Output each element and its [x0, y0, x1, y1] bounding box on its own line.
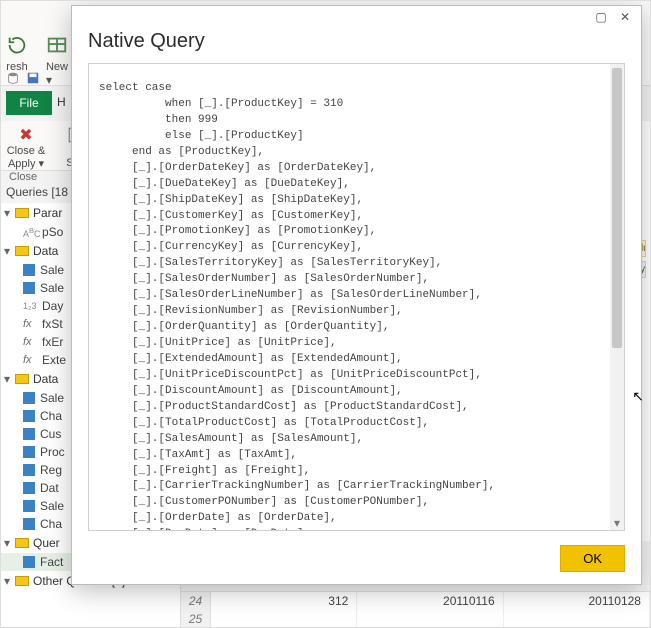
scroll-down-icon[interactable]: ▾ — [610, 516, 624, 530]
modal-overlay: ▢ ✕ Native Query select case when [_].[P… — [1, 1, 650, 627]
close-icon: ✕ — [620, 10, 630, 24]
maximize-icon: ▢ — [595, 10, 606, 24]
dialog-title: Native Query — [72, 28, 641, 63]
cursor-icon: ↖ — [632, 388, 644, 405]
sql-content: select case when [_].[ProductKey] = 310 … — [89, 75, 624, 531]
ok-button[interactable]: OK — [560, 545, 625, 572]
close-button[interactable]: ✕ — [613, 8, 637, 26]
maximize-button[interactable]: ▢ — [589, 8, 613, 26]
scroll-thumb[interactable] — [612, 68, 622, 348]
native-query-dialog: ▢ ✕ Native Query select case when [_].[P… — [71, 5, 642, 585]
dialog-footer: OK — [72, 539, 641, 584]
ok-button-label: OK — [583, 551, 602, 566]
app-root: resh New ▾ File H ✖ Close & Apply ▾ N So… — [0, 0, 651, 628]
sql-text-area[interactable]: select case when [_].[ProductKey] = 310 … — [88, 63, 625, 531]
dialog-titlebar: ▢ ✕ — [72, 6, 641, 28]
scrollbar-vertical[interactable]: ▴ ▾ — [610, 64, 624, 530]
